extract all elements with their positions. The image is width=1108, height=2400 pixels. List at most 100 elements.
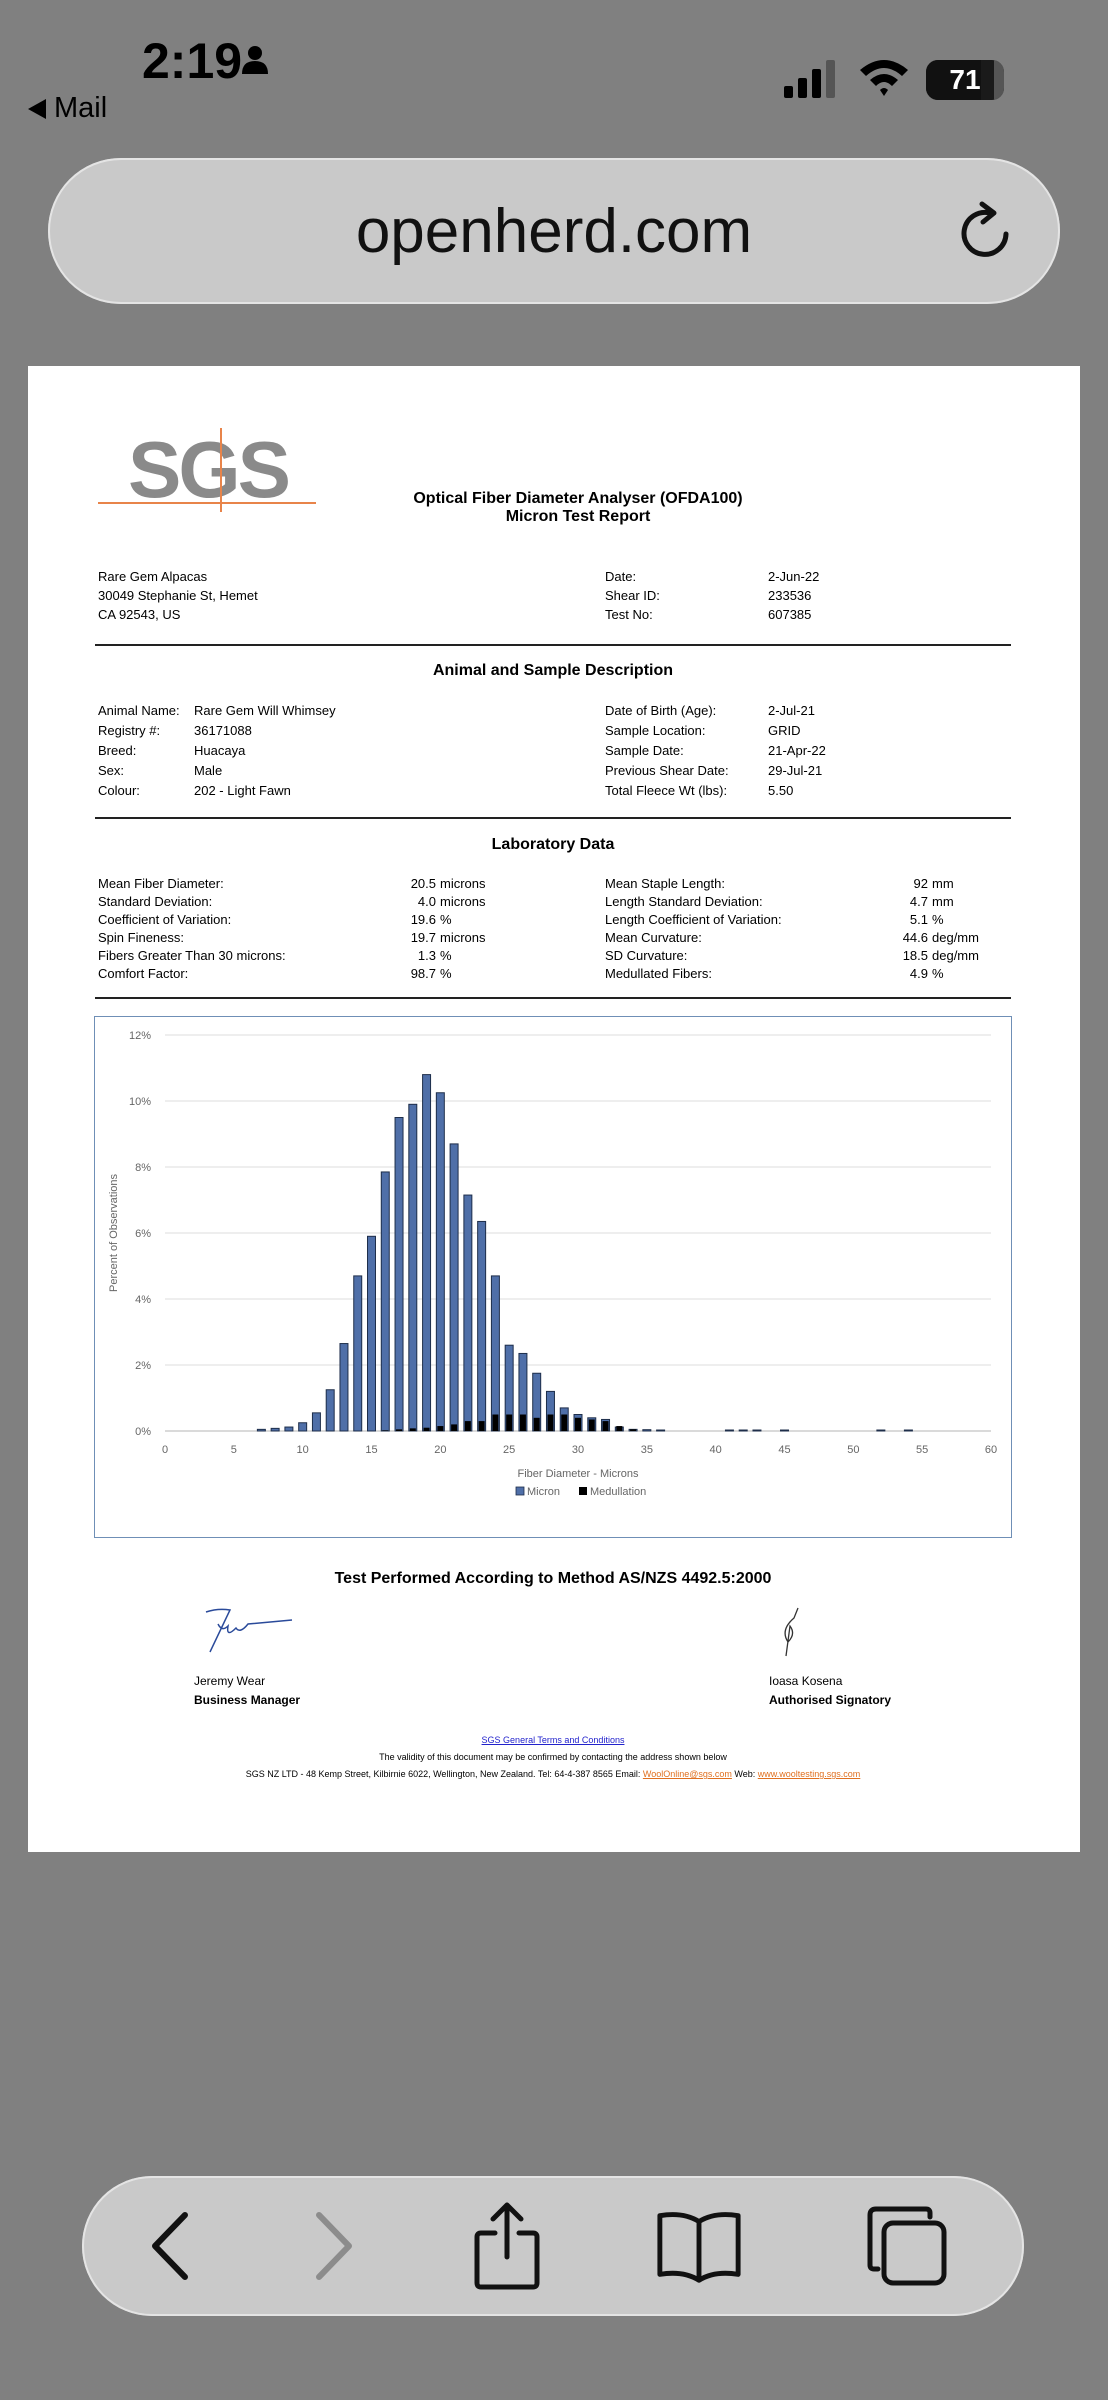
lab-label: Coefficient of Variation: xyxy=(98,912,232,927)
lab-value: 5.1 xyxy=(909,912,928,927)
medullation-bar xyxy=(630,1429,637,1431)
client-name: Rare Gem Alpacas xyxy=(98,569,208,584)
person-icon xyxy=(242,46,268,74)
y-tick-label: 6% xyxy=(135,1228,151,1240)
email-link[interactable]: WoolOnline@sgs.com xyxy=(643,1769,732,1779)
address-bar[interactable]: openherd.com xyxy=(48,158,1060,304)
medullation-bar xyxy=(437,1426,444,1431)
bookmarks-button[interactable] xyxy=(654,2204,744,2288)
signatory-title: Business Manager xyxy=(194,1693,301,1707)
micron-bar xyxy=(876,1429,886,1432)
lab-value: 19.7 xyxy=(410,930,436,945)
medullation-bar xyxy=(506,1414,513,1431)
medullation-bar xyxy=(464,1421,471,1431)
divider xyxy=(95,997,1011,999)
animal-label: Date of Birth (Age): xyxy=(605,703,717,718)
lab-value: 4.9 xyxy=(909,966,928,981)
reload-icon[interactable] xyxy=(956,200,1016,264)
micron-bar xyxy=(490,1275,500,1432)
micron-bar xyxy=(339,1343,349,1432)
divider xyxy=(95,817,1011,819)
micron-bar xyxy=(642,1429,652,1432)
micron-bar xyxy=(408,1103,418,1432)
lab-label: Mean Staple Length: xyxy=(605,876,725,891)
y-tick-label: 2% xyxy=(135,1360,151,1372)
chevron-right-icon xyxy=(316,2212,352,2280)
lab-label: Comfort Factor: xyxy=(98,966,189,981)
micron-bar xyxy=(477,1220,487,1432)
cellular-signal-icon xyxy=(784,60,835,98)
lab-value: 44.6 xyxy=(902,930,928,945)
back-to-mail-button[interactable]: Mail xyxy=(28,92,107,125)
medullation-bar xyxy=(382,1430,389,1431)
meta-label: Test No: xyxy=(605,607,653,622)
medullation-bar xyxy=(616,1426,623,1431)
status-time: 2:19 xyxy=(142,33,243,89)
micron-bar xyxy=(256,1428,266,1432)
micron-bar xyxy=(353,1275,363,1432)
lab-unit: % xyxy=(440,948,452,963)
medullation-bar xyxy=(547,1414,554,1431)
lab-label: Medullated Fibers: xyxy=(605,966,712,981)
animal-label: Animal Name: xyxy=(98,703,180,718)
share-button[interactable] xyxy=(462,2202,552,2290)
animal-value: 202 - Light Fawn xyxy=(194,783,291,798)
address-text: SGS NZ LTD - 48 Kemp Street, Kilbirnie 6… xyxy=(245,1769,643,1779)
lab-unit: % xyxy=(440,912,452,927)
lab-label: Length Standard Deviation: xyxy=(605,894,763,909)
medullation-bar xyxy=(602,1421,609,1431)
micron-bar xyxy=(449,1143,459,1432)
safari-toolbar xyxy=(82,2176,1024,2316)
animal-label: Total Fleece Wt (lbs): xyxy=(605,783,728,798)
divider xyxy=(95,644,1011,646)
terms-link[interactable]: SGS General Terms and Conditions xyxy=(482,1735,625,1745)
report-document: SGS Optical Fiber Diameter Analyser (OFD… xyxy=(28,366,1080,1852)
chevron-left-icon xyxy=(152,2212,188,2280)
y-tick-label: 10% xyxy=(129,1096,151,1108)
lab-unit: % xyxy=(932,912,944,927)
medullation-bar xyxy=(533,1417,540,1431)
lab-value: 4.0 xyxy=(417,894,436,909)
lab-value: 20.5 xyxy=(410,876,436,891)
battery-level: 71 xyxy=(949,64,981,95)
meta-value: 2-Jun-22 xyxy=(768,569,820,584)
medullation-bar xyxy=(588,1419,595,1431)
lab-unit: % xyxy=(440,966,452,981)
meta-value: 233536 xyxy=(768,588,812,603)
animal-value: 36171088 xyxy=(194,723,252,738)
animal-value: 2-Jul-21 xyxy=(768,703,815,718)
lab-unit: microns xyxy=(440,876,486,891)
method-statement: Test Performed According to Method AS/NZ… xyxy=(334,1570,772,1587)
animal-value: Male xyxy=(194,763,223,778)
lab-value: 4.7 xyxy=(909,894,928,909)
forward-button[interactable] xyxy=(290,2204,380,2288)
web-label: Web: xyxy=(731,1769,758,1779)
animal-label: Registry #: xyxy=(98,723,161,738)
battery-indicator: 71 xyxy=(926,60,1004,100)
animal-value: Huacaya xyxy=(194,743,246,758)
x-tick-label: 40 xyxy=(710,1444,722,1456)
wifi-icon xyxy=(860,60,908,96)
web-link[interactable]: www.wooltesting.sgs.com xyxy=(758,1769,861,1779)
logo-text: SGS xyxy=(128,425,291,514)
lab-label: Fibers Greater Than 30 microns: xyxy=(98,948,286,963)
micron-bar xyxy=(270,1427,280,1432)
signatory-title: Authorised Signatory xyxy=(769,1693,892,1707)
meta-label: Date: xyxy=(605,569,637,584)
lab-value: 98.7 xyxy=(410,966,436,981)
animal-section-title: Animal and Sample Description xyxy=(432,662,674,679)
lab-value: 19.6 xyxy=(410,912,436,927)
micron-bar xyxy=(311,1412,321,1432)
legend-swatch-micron xyxy=(515,1486,525,1496)
lab-value: 1.3 xyxy=(417,948,436,963)
tabs-button[interactable] xyxy=(862,2204,952,2288)
x-tick-label: 25 xyxy=(503,1444,515,1456)
x-tick-label: 55 xyxy=(916,1444,928,1456)
micron-bar xyxy=(780,1429,789,1432)
x-axis-title: Fiber Diameter - Microns xyxy=(517,1468,639,1480)
url-text[interactable]: openherd.com xyxy=(48,196,1060,267)
back-button[interactable] xyxy=(124,2204,214,2288)
client-street: 30049 Stephanie St, Hemet xyxy=(98,588,258,603)
open-book-icon xyxy=(657,2212,741,2283)
micron-bar xyxy=(422,1074,432,1432)
